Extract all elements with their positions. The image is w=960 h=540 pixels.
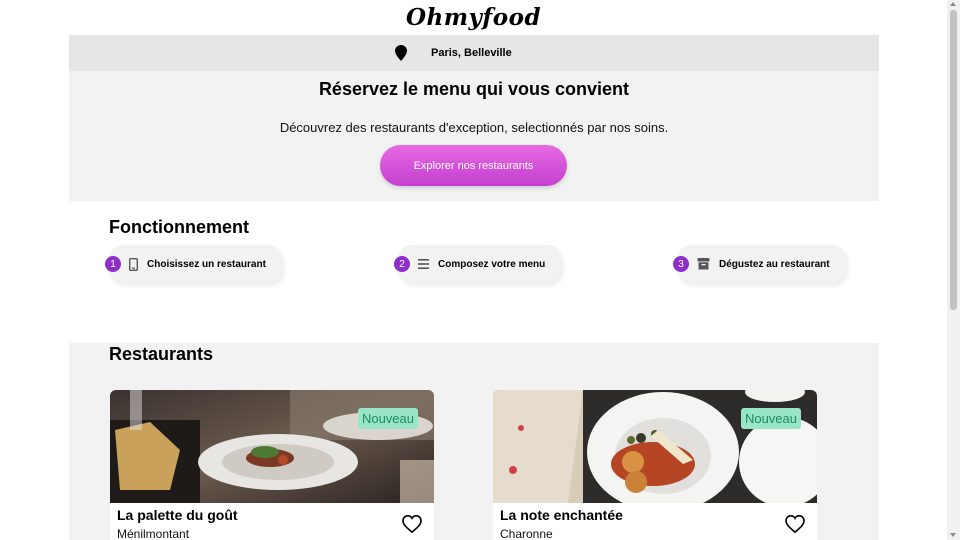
location-pin-icon — [395, 45, 407, 61]
restaurant-photo: Nouveau — [493, 390, 817, 503]
step-number: 3 — [673, 256, 689, 272]
list-icon — [418, 259, 429, 269]
step-pill: Choisissez un restaurant — [109, 245, 282, 283]
restaurant-name: La palette du goût — [117, 507, 238, 523]
location-text: Paris, Belleville — [431, 47, 512, 59]
restaurant-area: Ménilmontant — [117, 527, 190, 540]
restaurant-card[interactable]: Nouveau La palette du goût Ménilmontant — [110, 390, 434, 540]
restaurant-name: La note enchantée — [500, 507, 623, 523]
step-label: Choisissez un restaurant — [147, 258, 266, 270]
scroll-up-arrow-icon[interactable] — [950, 2, 956, 6]
how-it-works-section: Fonctionnement 1 Choisissez un restauran… — [69, 201, 879, 343]
logo[interactable]: Ohmyfood — [0, 0, 947, 35]
restaurant-area: Charonne — [500, 527, 553, 540]
step-label: Composez votre menu — [438, 258, 546, 270]
section-title-how: Fonctionnement — [109, 217, 249, 237]
section-title-restaurants: Restaurants — [109, 344, 214, 364]
hero-title: Réservez le menu qui vous convient — [318, 79, 630, 99]
hero-subtitle: Découvrez des restaurants d'exception, s… — [279, 120, 669, 135]
dish-photo-image — [493, 390, 817, 503]
new-badge: Nouveau — [740, 408, 801, 429]
hero-section: Réservez le menu qui vous convient Décou… — [69, 71, 879, 201]
step-number: 2 — [394, 256, 410, 272]
step-number: 1 — [105, 256, 121, 272]
heart-icon[interactable] — [785, 515, 805, 533]
top-header: Ohmyfood — [0, 0, 947, 35]
dish-photo-image — [110, 390, 434, 503]
location: Paris, Belleville — [395, 35, 512, 71]
step-pill: Dégustez au restaurant — [677, 245, 846, 283]
vertical-scrollbar[interactable] — [947, 0, 960, 540]
step-2: 2 Composez votre menu — [394, 245, 562, 283]
phone-icon — [129, 257, 138, 271]
explore-restaurants-button[interactable]: Explorer nos restaurants — [380, 145, 567, 186]
restaurant-photo: Nouveau — [110, 390, 434, 503]
heart-icon[interactable] — [402, 515, 422, 533]
step-pill: Composez votre menu — [398, 245, 562, 283]
store-icon — [697, 258, 710, 270]
scroll-down-arrow-icon[interactable] — [950, 533, 956, 537]
step-label: Dégustez au restaurant — [719, 258, 830, 270]
step-3: 3 Dégustez au restaurant — [673, 245, 846, 283]
restaurants-section: Restaurants Nouveau La palette du goût M… — [69, 343, 879, 540]
new-badge: Nouveau — [357, 408, 418, 429]
step-1: 1 Choisissez un restaurant — [105, 245, 282, 283]
location-bar: Paris, Belleville — [69, 35, 879, 71]
restaurant-card[interactable]: Nouveau La note enchantée Charonne — [493, 390, 817, 540]
scrollbar-thumb[interactable] — [950, 10, 957, 310]
